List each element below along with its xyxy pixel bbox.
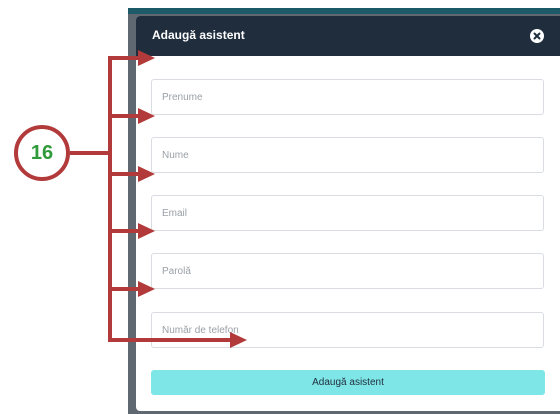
page-header-strip: [128, 8, 560, 14]
close-button[interactable]: [530, 29, 544, 43]
add-assistant-button[interactable]: Adaugă asistent: [151, 370, 545, 395]
first-name-input[interactable]: [151, 79, 544, 115]
close-icon: [533, 32, 541, 40]
last-name-input[interactable]: [151, 137, 544, 173]
modal-title: Adaugă asistent: [152, 28, 245, 42]
add-assistant-modal: Adaugă asistent Adaugă asistent: [136, 16, 560, 411]
modal-header: Adaugă asistent: [136, 16, 560, 56]
password-input[interactable]: [151, 253, 544, 289]
email-input[interactable]: [151, 195, 544, 231]
annotation-badge: 16: [14, 125, 70, 181]
phone-input[interactable]: [151, 312, 544, 348]
